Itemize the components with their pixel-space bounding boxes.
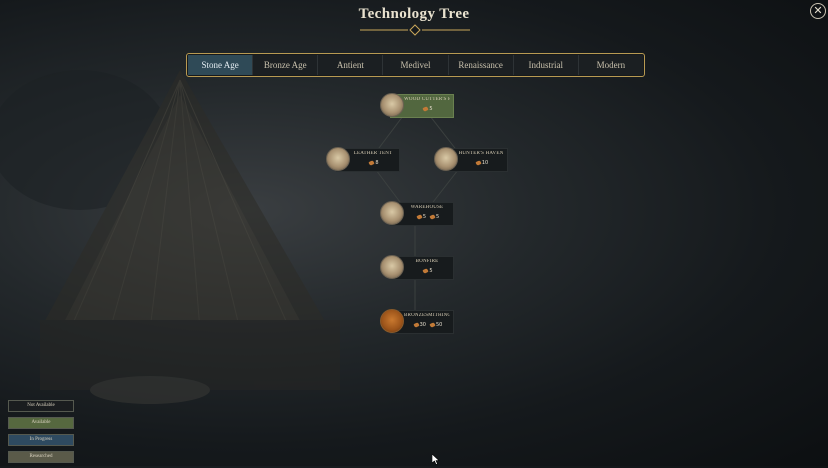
tech-node-costs: 8: [352, 160, 396, 166]
wood-resource-icon: [416, 214, 423, 220]
tech-node-leather-tent[interactable]: LEATHER TENT 8: [326, 147, 400, 172]
tent-icon: [326, 147, 350, 171]
tech-node-bronzesmithing[interactable]: BRONZESMITHING 30 50: [380, 309, 454, 334]
tech-node-bonfire[interactable]: BONFIRE 5: [380, 255, 454, 280]
tab-renaissance[interactable]: Renaissance: [448, 55, 514, 75]
tech-node-wood-cutters-hut[interactable]: WOOD CUTTER'S HUT 5: [380, 93, 454, 118]
stone-resource-icon: [429, 322, 436, 328]
tab-antient[interactable]: Antient: [318, 55, 384, 75]
bonfire-icon: [380, 255, 404, 279]
tech-node-warehouse[interactable]: WAREHOUSE 5 5: [380, 201, 454, 226]
tech-node-costs: 5: [406, 106, 450, 112]
warehouse-icon: [380, 201, 404, 225]
cost-value: 5: [429, 268, 433, 274]
cost-value: 8: [375, 160, 379, 166]
cost-value: 5: [429, 106, 433, 112]
age-tabs: Stone Age Bronze Age Antient Medivel Ren…: [186, 53, 645, 77]
tech-node-hunters-haven[interactable]: HUNTER'S HAVEN 10: [434, 147, 508, 172]
cost-value: 50: [436, 322, 443, 328]
tech-node-name: BRONZESMITHING: [404, 313, 450, 318]
wood-resource-icon: [413, 322, 420, 328]
legend-available: Available: [8, 417, 74, 429]
hut-icon: [380, 93, 404, 117]
close-icon: ✕: [813, 4, 823, 17]
title-ornament: [360, 24, 470, 36]
tech-node-name: LEATHER TENT: [353, 151, 393, 156]
tab-industrial[interactable]: Industrial: [513, 55, 579, 75]
cost-value: 5: [436, 214, 440, 220]
legend-researched: Researched: [8, 451, 74, 463]
cost-value: 30: [419, 322, 426, 328]
legend-not-available: Not Available: [8, 400, 74, 412]
tab-stone-age[interactable]: Stone Age: [188, 55, 254, 75]
wood-resource-icon: [422, 106, 430, 112]
tech-node-name: WOOD CUTTER'S HUT: [404, 97, 450, 102]
stone-resource-icon: [429, 214, 436, 220]
cost-value: 10: [481, 160, 489, 166]
wood-resource-icon: [368, 160, 376, 166]
mouse-cursor-icon: [432, 454, 440, 465]
cost-value: 5: [422, 214, 426, 220]
tech-node-costs: 5 5: [406, 214, 450, 220]
tab-bronze-age[interactable]: Bronze Age: [253, 55, 319, 75]
close-button[interactable]: ✕: [810, 3, 826, 19]
tech-node-name: BONFIRE: [415, 259, 439, 264]
tech-node-costs: 30 50: [406, 322, 450, 328]
tech-node-costs: 5: [406, 268, 450, 274]
status-legend: Not Available Available In Progress Rese…: [8, 400, 74, 468]
wood-resource-icon: [422, 268, 430, 274]
bronze-icon: [380, 309, 404, 333]
page-title: Technology Tree: [358, 6, 470, 22]
tab-medivel[interactable]: Medivel: [383, 55, 449, 75]
legend-in-progress: In Progress: [8, 434, 74, 446]
haven-icon: [434, 147, 458, 171]
tech-node-name: HUNTER'S HAVEN: [458, 151, 504, 156]
wood-resource-icon: [475, 160, 482, 166]
tech-node-costs: 10: [460, 160, 504, 166]
tab-modern[interactable]: Modern: [578, 55, 643, 75]
tech-node-name: WAREHOUSE: [410, 205, 444, 210]
